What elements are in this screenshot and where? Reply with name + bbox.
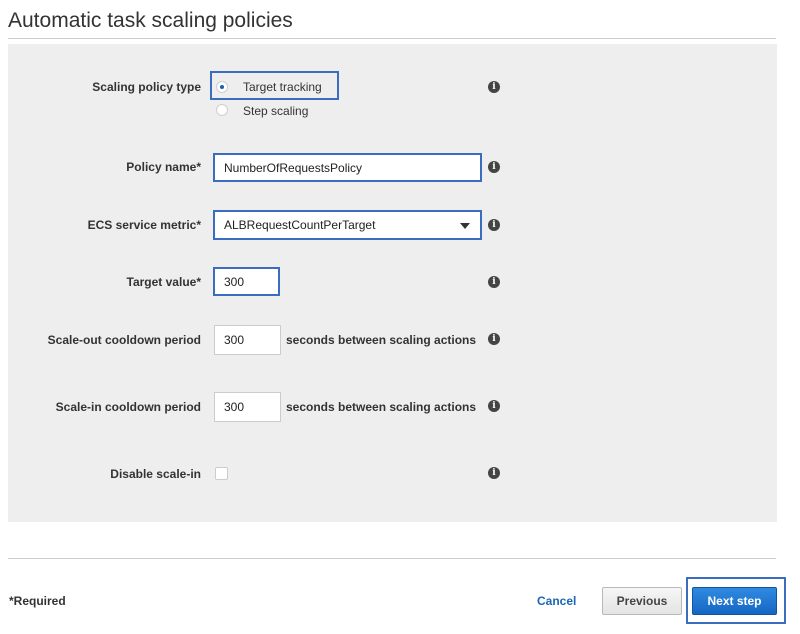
chevron-down-icon[interactable] [460, 223, 470, 229]
ecs-service-metric-select[interactable]: ALBRequestCountPerTarget [213, 210, 482, 240]
scale-in-cooldown-label: Scale-in cooldown period [55, 400, 201, 414]
footer-divider [8, 558, 776, 559]
scale-out-cooldown-suffix: seconds between scaling actions [286, 333, 477, 347]
info-icon[interactable]: i [488, 276, 500, 288]
target-tracking-radio[interactable] [216, 81, 228, 93]
scaling-policy-type-label: Scaling policy type [92, 80, 201, 94]
step-scaling-label[interactable]: Step scaling [243, 104, 308, 118]
info-icon[interactable]: i [488, 467, 500, 479]
policy-name-input[interactable]: NumberOfRequestsPolicy [213, 153, 482, 182]
info-icon[interactable]: i [488, 81, 500, 93]
next-step-button[interactable]: Next step [692, 587, 777, 615]
target-value-label: Target value* [126, 275, 201, 289]
info-icon[interactable]: i [488, 400, 500, 412]
info-icon[interactable]: i [488, 333, 500, 345]
target-tracking-label[interactable]: Target tracking [243, 80, 322, 94]
scale-out-cooldown-label: Scale-out cooldown period [47, 333, 201, 347]
cancel-link[interactable]: Cancel [537, 594, 576, 608]
info-icon[interactable]: i [488, 219, 500, 231]
scale-out-cooldown-input[interactable]: 300 [214, 325, 281, 355]
title-divider [8, 38, 776, 39]
policy-name-label: Policy name* [126, 160, 201, 174]
disable-scale-in-checkbox[interactable] [215, 467, 228, 480]
scaling-policy-form [8, 44, 777, 522]
previous-button[interactable]: Previous [602, 587, 682, 615]
page-title: Automatic task scaling policies [8, 9, 293, 32]
ecs-service-metric-value: ALBRequestCountPerTarget [224, 218, 376, 232]
scale-in-cooldown-input[interactable]: 300 [214, 392, 281, 422]
step-scaling-radio[interactable] [216, 104, 228, 116]
scale-in-cooldown-suffix: seconds between scaling actions [286, 400, 477, 414]
required-note: *Required [9, 594, 66, 608]
ecs-service-metric-label: ECS service metric* [87, 218, 201, 232]
target-value-input[interactable]: 300 [213, 267, 280, 296]
info-icon[interactable]: i [488, 161, 500, 173]
disable-scale-in-label: Disable scale-in [110, 467, 201, 481]
